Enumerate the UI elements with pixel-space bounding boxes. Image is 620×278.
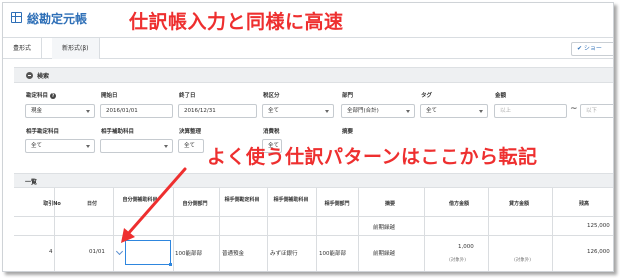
window-frame: 総勘定元帳 豊形式 新形式(β) ✔ ショー 検索 勘定科目? 開始日 終了日 … [2, 2, 614, 272]
arrow-shaft [125, 167, 187, 237]
callout-arrow [121, 167, 187, 243]
